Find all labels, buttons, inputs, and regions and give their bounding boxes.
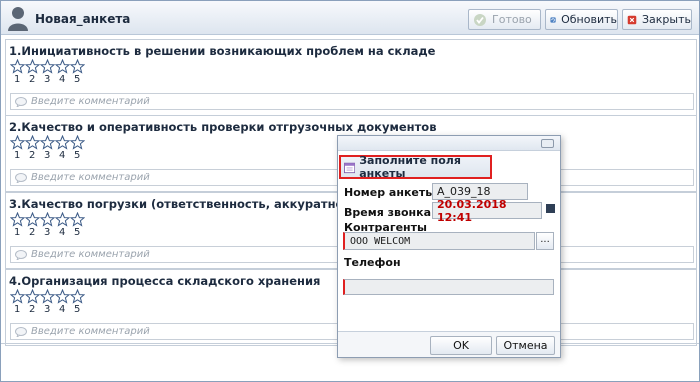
- star-icon[interactable]: [70, 135, 85, 150]
- star-icon[interactable]: [55, 59, 70, 74]
- star-icon[interactable]: [70, 212, 85, 227]
- comment-placeholder: Введите комментарий: [31, 249, 150, 260]
- contractor-field[interactable]: OOO WELCOM: [343, 232, 535, 250]
- star-icon[interactable]: [25, 59, 40, 74]
- question-title: 4.Организация процесса складского хранен…: [9, 274, 321, 288]
- form-number-value: A_039_18: [437, 185, 491, 198]
- rating-number: 5: [74, 227, 81, 238]
- ok-button-label: OK: [453, 339, 469, 352]
- calendar-form-icon: [344, 162, 356, 173]
- speech-bubble-icon: [15, 96, 27, 107]
- speech-bubble-icon: [15, 172, 27, 183]
- call-time-value: 20.03.2018 12:41: [437, 197, 507, 224]
- user-avatar-icon: [8, 7, 28, 31]
- rating-stars: [10, 135, 85, 150]
- comment-placeholder: Введите комментарий: [31, 96, 150, 107]
- window-title: Новая_анкета: [35, 12, 131, 26]
- contractor-value: OOO WELCOM: [350, 235, 411, 247]
- dialog-top-bar: [338, 136, 560, 151]
- check-icon: [474, 13, 486, 26]
- comment-placeholder: Введите комментарий: [31, 326, 150, 337]
- star-icon[interactable]: [40, 59, 55, 74]
- rating-number: 3: [44, 150, 51, 161]
- ellipsis-label: ...: [540, 234, 550, 245]
- rating-number: 1: [14, 227, 21, 238]
- star-icon[interactable]: [40, 135, 55, 150]
- star-icon[interactable]: [10, 59, 25, 74]
- call-time-label: Время звонка: [344, 206, 432, 219]
- rating-stars: [10, 212, 85, 227]
- questionnaire-dialog: Заполните поля анкеты Номер анкеты A_039…: [337, 135, 561, 358]
- rating-number: 1: [14, 304, 21, 315]
- star-icon[interactable]: [70, 289, 85, 304]
- rating-number: 5: [74, 74, 81, 85]
- rating-number: 4: [59, 227, 66, 238]
- dialog-footer: OK Отмена: [338, 331, 560, 357]
- speech-bubble-icon: [15, 326, 27, 337]
- star-icon[interactable]: [25, 289, 40, 304]
- rating-number: 2: [29, 227, 36, 238]
- refresh-icon: [550, 16, 556, 23]
- form-number-label: Номер анкеты: [344, 186, 436, 199]
- title-bar: Новая_анкета Готово Обновить Закрыть: [1, 1, 699, 35]
- rating-number: 1: [14, 150, 21, 161]
- rating-number: 3: [44, 74, 51, 85]
- rating-number: 5: [74, 304, 81, 315]
- rating-stars: [10, 59, 85, 74]
- date-picker-button[interactable]: [546, 204, 555, 213]
- star-icon[interactable]: [10, 135, 25, 150]
- dialog-window-button[interactable]: [541, 139, 554, 148]
- phone-label: Телефон: [344, 256, 401, 269]
- rating-number: 2: [29, 150, 36, 161]
- speech-bubble-icon: [15, 249, 27, 260]
- rating-number: 1: [14, 74, 21, 85]
- comment-input[interactable]: Введите комментарий: [10, 93, 694, 110]
- rating-number: 4: [59, 74, 66, 85]
- close-icon: [627, 15, 637, 24]
- dialog-header-title: Заполните поля анкеты: [359, 154, 461, 180]
- star-icon[interactable]: [55, 289, 70, 304]
- contractor-browse-button[interactable]: ...: [536, 232, 554, 250]
- refresh-button[interactable]: Обновить: [545, 9, 618, 30]
- rating-stars: [10, 289, 85, 304]
- ok-button[interactable]: OK: [430, 336, 492, 355]
- rating-number: 5: [74, 150, 81, 161]
- done-button[interactable]: Готово: [468, 9, 541, 30]
- rating-numbers: 1 2 3 4 5: [14, 304, 89, 315]
- star-icon[interactable]: [70, 59, 85, 74]
- star-icon[interactable]: [10, 289, 25, 304]
- question-title: 2.Качество и оперативность проверки отгр…: [9, 120, 437, 134]
- rating-numbers: 1 2 3 4 5: [14, 150, 89, 161]
- call-time-field[interactable]: 20.03.2018 12:41: [432, 198, 542, 224]
- comment-placeholder: Введите комментарий: [31, 172, 150, 183]
- rating-number: 3: [44, 304, 51, 315]
- done-button-label: Готово: [492, 13, 532, 26]
- star-icon[interactable]: [25, 135, 40, 150]
- close-button[interactable]: Закрыть: [622, 9, 692, 30]
- rating-number: 3: [44, 227, 51, 238]
- rating-number: 2: [29, 304, 36, 315]
- refresh-button-label: Обновить: [561, 13, 617, 26]
- rating-number: 4: [59, 150, 66, 161]
- rating-numbers: 1 2 3 4 5: [14, 227, 89, 238]
- star-icon[interactable]: [25, 212, 40, 227]
- cancel-button-label: Отмена: [503, 339, 548, 352]
- dialog-header: Заполните поля анкеты: [339, 154, 492, 180]
- cancel-button[interactable]: Отмена: [496, 336, 555, 355]
- rating-number: 4: [59, 304, 66, 315]
- rating-numbers: 1 2 3 4 5: [14, 74, 89, 85]
- star-icon[interactable]: [40, 212, 55, 227]
- question-title: 1.Инициативность в решении возникающих п…: [9, 44, 436, 58]
- rating-number: 2: [29, 74, 36, 85]
- star-icon[interactable]: [55, 212, 70, 227]
- star-icon[interactable]: [10, 212, 25, 227]
- phone-field[interactable]: [343, 279, 554, 295]
- star-icon[interactable]: [40, 289, 55, 304]
- star-icon[interactable]: [55, 135, 70, 150]
- close-button-label: Закрыть: [642, 13, 691, 26]
- question-card: 1.Инициативность в решении возникающих п…: [5, 39, 697, 116]
